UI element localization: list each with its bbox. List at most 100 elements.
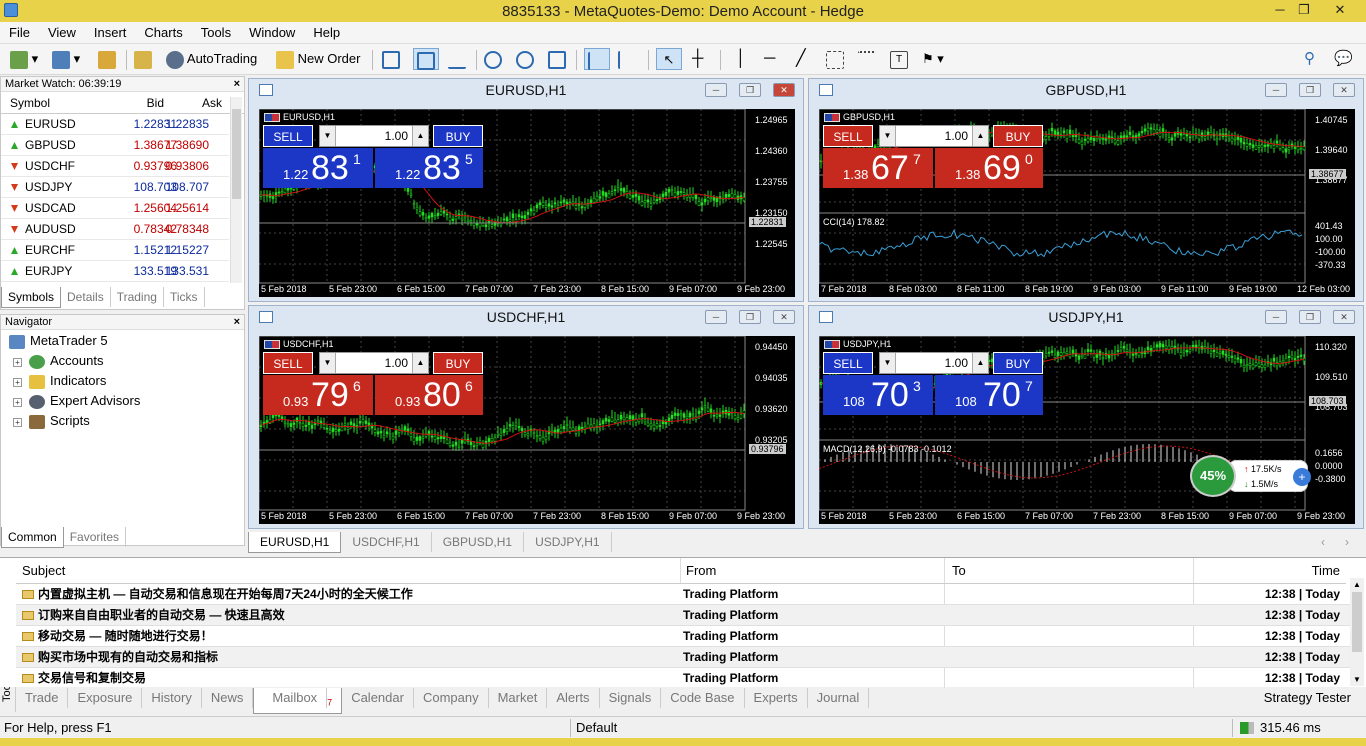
lot-decrease-icon[interactable]: ▼ bbox=[320, 126, 336, 146]
chart-close-button[interactable]: ✕ bbox=[1333, 310, 1355, 324]
chart-minimize-button[interactable]: ─ bbox=[705, 310, 727, 324]
chart-tab-gbpusd[interactable]: GBPUSD,H1 bbox=[432, 532, 525, 552]
menu-help[interactable]: Help bbox=[304, 22, 349, 44]
search-button[interactable]: ⚲ bbox=[1304, 48, 1315, 70]
lot-size-input[interactable]: ▼ 1.00 ▲ bbox=[879, 125, 989, 147]
market-watch-row[interactable]: AUDUSD 0.78342 0.78348 bbox=[1, 219, 229, 240]
nav-indicators[interactable]: Indicators bbox=[29, 372, 106, 390]
tab-market[interactable]: Market bbox=[489, 688, 548, 708]
market-watch-row[interactable]: USDJPY 108.703 108.707 bbox=[1, 177, 229, 198]
candlestick-button[interactable] bbox=[413, 48, 439, 70]
menu-charts[interactable]: Charts bbox=[135, 22, 191, 44]
column-bid[interactable]: Bid bbox=[147, 92, 164, 114]
tab-alerts[interactable]: Alerts bbox=[547, 688, 600, 708]
chart-minimize-button[interactable]: ─ bbox=[705, 83, 727, 97]
tab-calendar[interactable]: Calendar bbox=[342, 688, 414, 708]
sell-price-button[interactable]: 1.22 83 1 bbox=[263, 148, 373, 188]
connection-speed-widget[interactable]: 45% ↑ 17.5K/s ↓ 1.5M/s + bbox=[1190, 455, 1316, 497]
market-watch-row[interactable]: GBPUSD 1.38677 1.38690 bbox=[1, 135, 229, 156]
menu-view[interactable]: View bbox=[39, 22, 85, 44]
tabs-scroll-right-icon[interactable]: › bbox=[1334, 532, 1360, 552]
market-watch-button[interactable] bbox=[98, 48, 116, 70]
bar-chart-button[interactable] bbox=[382, 48, 400, 70]
market-watch-row[interactable]: EURCHF 1.15212 1.15227 bbox=[1, 240, 229, 261]
column-subject[interactable]: Subject bbox=[22, 560, 65, 582]
vertical-line-button[interactable]: │ bbox=[736, 48, 746, 70]
navigator-close-icon[interactable]: × bbox=[234, 315, 240, 329]
expand-scripts[interactable]: + bbox=[13, 418, 22, 427]
menu-insert[interactable]: Insert bbox=[85, 22, 136, 44]
lot-increase-icon[interactable]: ▲ bbox=[412, 353, 428, 373]
chart-close-button[interactable]: ✕ bbox=[1333, 83, 1355, 97]
line-chart-button[interactable] bbox=[448, 48, 466, 70]
buy-button[interactable]: BUY bbox=[993, 125, 1043, 147]
lot-size-input[interactable]: ▼ 1.00 ▲ bbox=[879, 352, 989, 374]
tab-mailbox[interactable]: Mailbox 7 bbox=[253, 688, 343, 714]
tile-windows-button[interactable] bbox=[548, 48, 566, 70]
menu-file[interactable]: File bbox=[0, 22, 39, 44]
mailbox-scrollbar[interactable]: ▲ ▼ bbox=[1350, 578, 1364, 686]
tab-news[interactable]: News bbox=[202, 688, 254, 708]
tabs-scroll-left-icon[interactable]: ‹ bbox=[1310, 532, 1336, 552]
chart-tab-usdjpy[interactable]: USDJPY,H1 bbox=[524, 532, 612, 552]
market-watch-row[interactable]: EURJPY 133.519 133.531 bbox=[1, 261, 229, 282]
new-chart-button[interactable]: ▾ bbox=[10, 48, 38, 70]
fibonacci-button[interactable] bbox=[858, 48, 876, 70]
market-watch-row[interactable]: EURUSD 1.22831 1.22835 bbox=[1, 114, 229, 135]
tab-history[interactable]: History bbox=[142, 688, 202, 708]
chart-plot-area[interactable]: GBPUSD,H1 1.40745 1.39640 1.38677 401.43 100… bbox=[819, 109, 1355, 297]
arrows-button[interactable]: ⚑ ▾ bbox=[922, 48, 944, 70]
chart-window-eurusd[interactable]: EURUSD,H1 ─ ❐ ✕ EURUSD,H1 1.24965 1.24360… bbox=[248, 78, 804, 302]
cursor-button[interactable]: ↖ bbox=[656, 48, 682, 70]
maximize-button[interactable]: ❐ bbox=[1292, 0, 1316, 20]
buy-price-button[interactable]: 108 70 7 bbox=[935, 375, 1043, 415]
tab-ticks[interactable]: Ticks bbox=[164, 287, 205, 307]
profiles-button[interactable]: ▾ bbox=[52, 48, 80, 70]
chart-maximize-button[interactable]: ❐ bbox=[1299, 83, 1321, 97]
tab-experts[interactable]: Experts bbox=[745, 688, 808, 708]
strategy-tester-tab[interactable]: Strategy Tester bbox=[1255, 688, 1360, 708]
market-watch-close-icon[interactable]: × bbox=[234, 77, 240, 91]
chart-close-button[interactable]: ✕ bbox=[773, 310, 795, 324]
equidistant-channel-button[interactable] bbox=[826, 48, 844, 70]
chart-maximize-button[interactable]: ❐ bbox=[1299, 310, 1321, 324]
horizontal-line-button[interactable]: ─ bbox=[764, 48, 775, 70]
status-profile[interactable]: Default bbox=[576, 717, 617, 739]
sell-button[interactable]: SELL bbox=[263, 352, 313, 374]
lot-decrease-icon[interactable]: ▼ bbox=[880, 126, 896, 146]
new-order-button[interactable]: New Order bbox=[276, 48, 360, 70]
market-watch-scrollbar[interactable] bbox=[230, 97, 242, 283]
buy-button[interactable]: BUY bbox=[433, 125, 483, 147]
nav-scripts[interactable]: Scripts bbox=[29, 412, 90, 430]
chart-minimize-button[interactable]: ─ bbox=[1265, 83, 1287, 97]
zoom-in-button[interactable] bbox=[484, 48, 502, 70]
sell-button[interactable]: SELL bbox=[823, 125, 873, 147]
speed-plus-icon[interactable]: + bbox=[1293, 468, 1311, 486]
chart-window-gbpusd[interactable]: GBPUSD,H1 ─ ❐ ✕ GBPUSD,H1 1.40745 1.39640… bbox=[808, 78, 1364, 302]
buy-price-button[interactable]: 1.38 69 0 bbox=[935, 148, 1043, 188]
nav-accounts[interactable]: Accounts bbox=[29, 352, 103, 370]
lot-decrease-icon[interactable]: ▼ bbox=[320, 353, 336, 373]
autotrading-button[interactable]: AutoTrading bbox=[166, 48, 257, 70]
metaeditor-button[interactable] bbox=[134, 48, 152, 70]
text-button[interactable]: T bbox=[890, 48, 908, 70]
column-time[interactable]: Time bbox=[1312, 560, 1340, 582]
tab-code-base[interactable]: Code Base bbox=[661, 688, 745, 708]
chart-close-button[interactable]: ✕ bbox=[773, 83, 795, 97]
lot-increase-icon[interactable]: ▲ bbox=[412, 126, 428, 146]
sell-price-button[interactable]: 0.93 79 6 bbox=[263, 375, 373, 415]
column-to[interactable]: To bbox=[952, 560, 966, 582]
buy-button[interactable]: BUY bbox=[433, 352, 483, 374]
tab-company[interactable]: Company bbox=[414, 688, 489, 708]
column-from[interactable]: From bbox=[686, 560, 716, 582]
tab-exposure[interactable]: Exposure bbox=[68, 688, 143, 708]
tab-favorites[interactable]: Favorites bbox=[64, 527, 127, 547]
lot-size-input[interactable]: ▼ 1.00 ▲ bbox=[319, 125, 429, 147]
auto-scroll-button[interactable] bbox=[584, 48, 610, 70]
nav-expert-advisors[interactable]: Expert Advisors bbox=[29, 392, 140, 410]
sell-button[interactable]: SELL bbox=[823, 352, 873, 374]
chart-shift-button[interactable] bbox=[618, 48, 636, 70]
chart-plot-area[interactable]: EURUSD,H1 1.24965 1.24360 1.23755 1.23150 1.… bbox=[259, 109, 795, 297]
tab-journal[interactable]: Journal bbox=[808, 688, 870, 708]
nav-root[interactable]: MetaTrader 5 bbox=[9, 332, 108, 350]
